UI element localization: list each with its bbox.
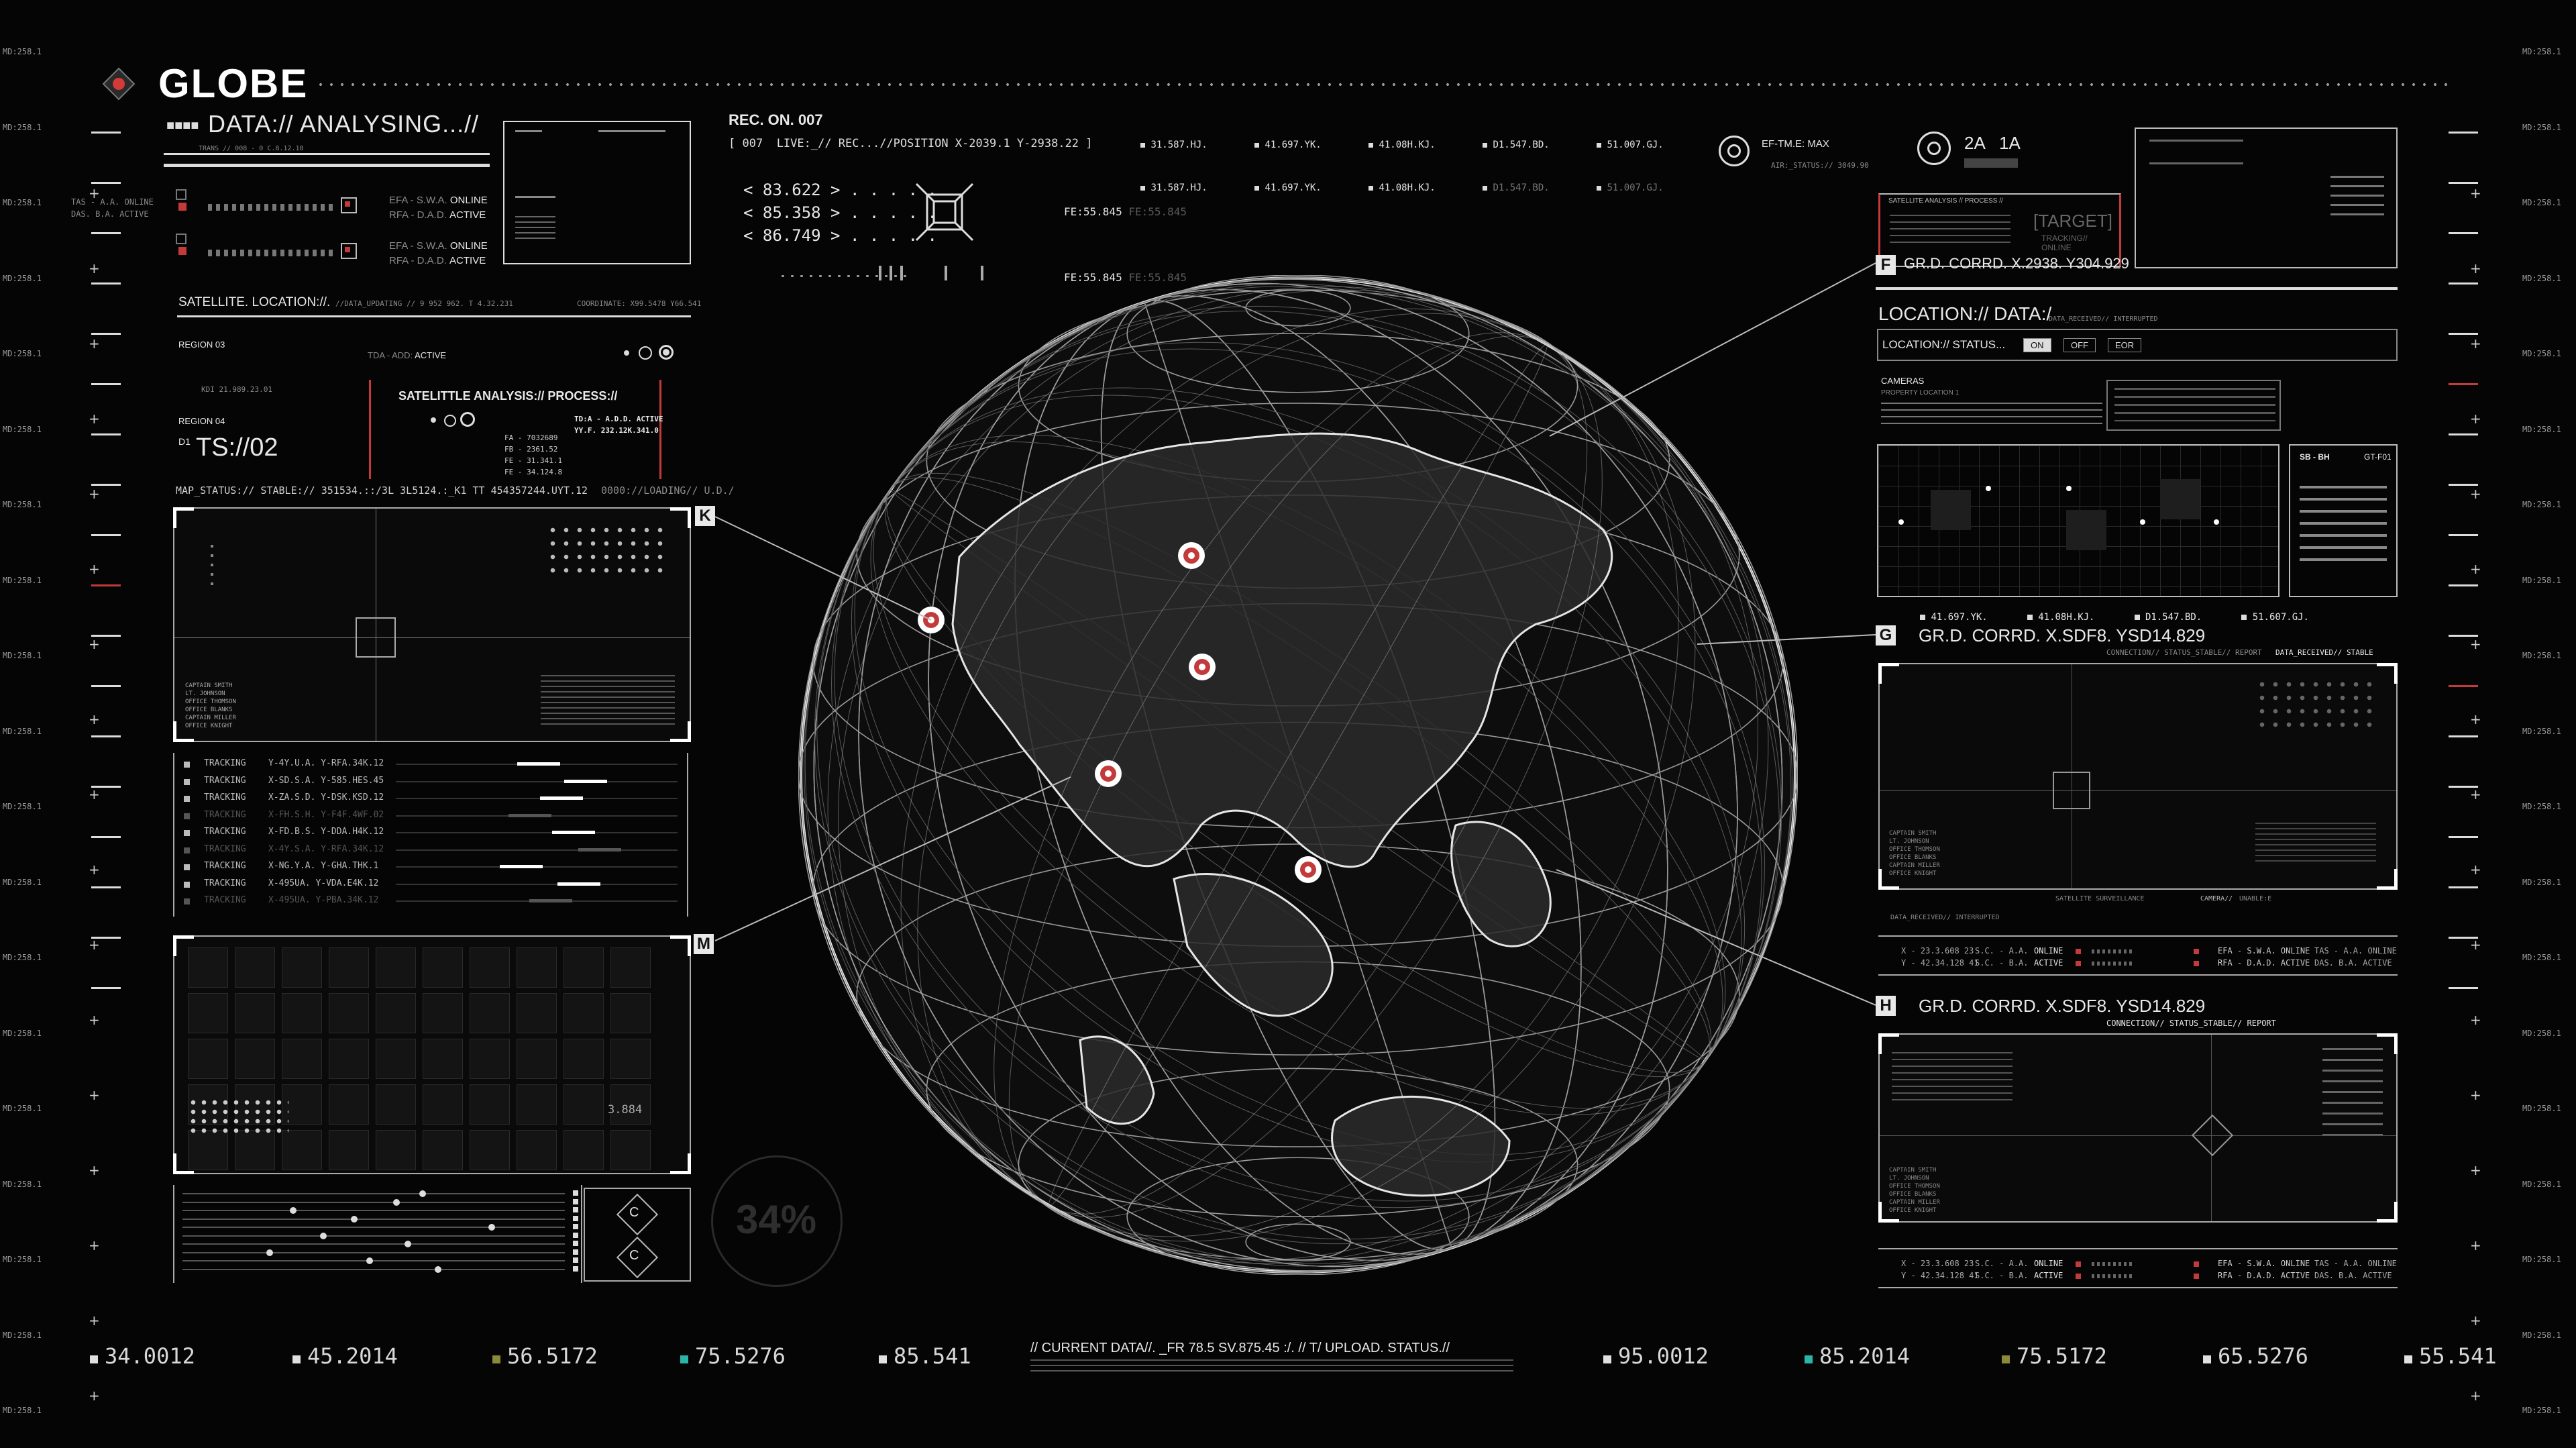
conn-g: CONNECTION// STATUS_STABLE// REPORT	[2106, 648, 2262, 657]
gr-g-label: GR.D. CORRD. X.SDF8. YSD14.829	[1919, 625, 2206, 645]
interrupted-2: DATA_RECEIVED// INTERRUPTED	[1890, 914, 2000, 921]
stat-swatch	[2002, 1355, 2010, 1363]
ef-label: EF-TM.E: MAX	[1762, 138, 1829, 150]
status-row: X - 23.3.608 23 S.C. - A.A. ONLINE EFA -…	[1901, 1259, 2397, 1268]
bottom-stat: 45.2014	[292, 1343, 398, 1369]
cameras-panel	[2106, 380, 2281, 431]
air-status: AIR:_STATUS:// 3049.90	[1771, 161, 1869, 170]
marker-g: G	[1876, 625, 1896, 645]
h-panel: CAPTAIN SMITH LT. JOHNSON OFFICE THOMSON OF…	[1878, 1033, 2398, 1223]
stat-swatch	[879, 1355, 887, 1363]
stat-swatch	[1805, 1355, 1813, 1363]
cameras-lines	[1881, 403, 2102, 429]
property-label: PROPERTY LOCATION 1	[1881, 389, 1960, 397]
sb-label: SB - BH	[2300, 452, 2330, 462]
ef-status-icon	[1719, 136, 1750, 166]
status-row: Y - 42.34.128 41 S.C. - B.A. ACTIVE RFA …	[1901, 1271, 2392, 1280]
sat-surv: SATELLITE SURVEILLANCE	[2055, 895, 2145, 902]
location-status-label: LOCATION:// STATUS...	[1882, 338, 2006, 351]
right-grid-panel	[1877, 444, 2279, 597]
gt-label: GT-F01	[2364, 452, 2392, 462]
target-label: [TARGET]	[2033, 211, 2112, 231]
a2-label: 2A	[1964, 133, 1986, 153]
g-panel: CAPTAIN SMITH LT. JOHNSON OFFICE THOMSON OF…	[1878, 663, 2398, 890]
bottom-stat: 85.2014	[1805, 1343, 1910, 1369]
marker-f: F	[1876, 255, 1896, 275]
gr-f-label: GR.D. CORRD. X.2938. Y304.929	[1904, 255, 2129, 272]
status-row: X - 23.3.608 23 S.C. - A.A. ONLINE EFA -…	[1901, 946, 2397, 955]
stable-g: DATA_RECEIVED// STABLE	[2275, 648, 2373, 657]
bottom-stat: 95.0012	[1603, 1343, 1709, 1369]
g-panel-names: CAPTAIN SMITH LT. JOHNSON OFFICE THOMSON OF…	[1889, 830, 1940, 877]
conn-h: CONNECTION// STATUS_STABLE// REPORT	[2106, 1019, 2276, 1028]
f-divider	[1876, 287, 2398, 290]
gr-h-label: GR.D. CORRD. X.SDF8. YSD14.829	[1919, 996, 2206, 1016]
eor-button[interactable]: EOR	[2108, 338, 2142, 352]
a-bars	[1964, 158, 2018, 168]
bottom-center-lines	[1030, 1359, 1513, 1373]
marker-h: H	[1876, 996, 1896, 1016]
sb-panel: SB - BH GT-F01	[2289, 444, 2398, 597]
cameras-label: CAMERAS	[1881, 376, 1925, 386]
stat-swatch	[90, 1355, 98, 1363]
bottom-stat: 56.5172	[492, 1343, 598, 1369]
unable-label: UNABLE:E	[2239, 895, 2272, 902]
gauge-icon	[1917, 132, 1951, 165]
bottom-stat: 65.5276	[2203, 1343, 2308, 1369]
location-data-label: LOCATION:// DATA:/	[1878, 303, 2052, 324]
stat-swatch	[1603, 1355, 1611, 1363]
status-row: Y - 42.34.128 41 S.C. - B.A. ACTIVE RFA …	[1901, 958, 2392, 968]
sat-analysis-small: SATELLITE ANALYSIS // PROCESS //	[1888, 197, 2003, 205]
bottom-center-status: // CURRENT DATA//. _FR 78.5 SV.875.45 :/…	[1030, 1341, 1450, 1355]
stat-swatch	[292, 1355, 301, 1363]
stat-swatch	[492, 1355, 500, 1363]
h-panel-names: CAPTAIN SMITH LT. JOHNSON OFFICE THOMSON OF…	[1889, 1167, 1940, 1214]
off-button[interactable]: OFF	[2063, 338, 2096, 352]
bottom-stat: 85.541	[879, 1343, 971, 1369]
on-button[interactable]: ON	[2023, 338, 2051, 352]
stat-swatch	[2203, 1355, 2211, 1363]
bottom-stat: 55.541	[2404, 1343, 2497, 1369]
tracking-online: TRACKING// ONLINE	[2041, 234, 2088, 252]
location-status-panel: LOCATION:// STATUS... ON OFF EOR	[1877, 329, 2398, 361]
bottom-stat: 75.5276	[680, 1343, 786, 1369]
bottom-stat: 34.0012	[90, 1343, 195, 1369]
right-values-row: 41.697.YK. 41.08H.KJ. D1.547.BD. 51.607.…	[1920, 612, 2390, 623]
stat-swatch	[2404, 1355, 2412, 1363]
stat-swatch	[680, 1355, 688, 1363]
top-right-panel	[2135, 127, 2398, 268]
interrupted-label: DATA_RECEIVED// INTERRUPTED	[2049, 315, 2158, 323]
camera-label: CAMERA//	[2200, 895, 2233, 902]
a1-label: 1A	[1999, 133, 2021, 153]
bottom-stat: 75.5172	[2002, 1343, 2107, 1369]
